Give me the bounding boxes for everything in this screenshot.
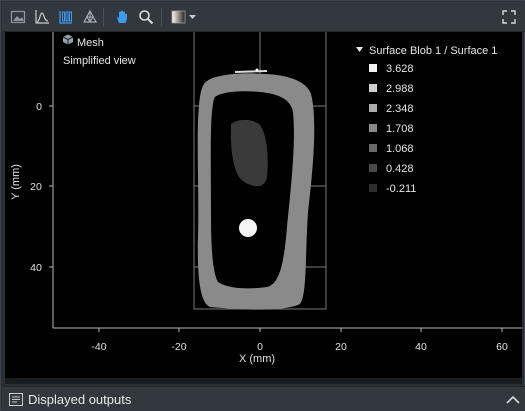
legend-title: Surface Blob 1 / Surface 1 bbox=[369, 45, 497, 57]
displayed-outputs-bar[interactable]: Displayed outputs bbox=[2, 386, 525, 411]
fullscreen-icon[interactable] bbox=[499, 7, 519, 27]
chevron-down-icon bbox=[189, 15, 196, 19]
legend-value: 1.068 bbox=[386, 143, 414, 155]
legend-value: 2.988 bbox=[386, 83, 414, 95]
3d-view-icon[interactable] bbox=[56, 7, 76, 27]
x-tick-label: 0 bbox=[257, 341, 263, 353]
plot-canvas: -40 -20 0 20 40 60 0 20 40 X (mm) Y (mm)… bbox=[10, 29, 522, 365]
viewer-window: -40 -20 0 20 40 60 0 20 40 X (mm) Y (mm)… bbox=[0, 0, 525, 411]
legend: Surface Blob 1 / Surface 1 3.628 2.988 2.3… bbox=[356, 45, 497, 195]
legend-swatch bbox=[369, 144, 377, 152]
displayed-outputs-icon bbox=[9, 393, 23, 406]
x-tick-labels: -40 -20 0 20 40 60 bbox=[91, 341, 508, 353]
view-mode-label: Simplified view bbox=[63, 55, 136, 67]
y-tick-marks bbox=[49, 105, 53, 268]
legend-swatch bbox=[369, 104, 377, 112]
legend-value: 2.348 bbox=[386, 103, 414, 115]
y-tick-labels: 0 20 40 bbox=[30, 101, 42, 274]
mesh-overlay-label bbox=[62, 34, 74, 45]
legend-swatch bbox=[369, 164, 377, 172]
legend-swatch bbox=[369, 184, 377, 192]
x-tick-label: -20 bbox=[171, 341, 186, 353]
x-tick-label: -40 bbox=[91, 341, 106, 353]
toolbar-separator bbox=[103, 8, 104, 26]
surface-mesh bbox=[197, 68, 315, 310]
y-tick-label: 20 bbox=[30, 181, 42, 193]
legend-value: 3.628 bbox=[386, 63, 414, 75]
displayed-outputs-label: Displayed outputs bbox=[28, 392, 132, 407]
toolbar bbox=[2, 2, 525, 32]
legend-collapse-icon[interactable] bbox=[356, 47, 363, 52]
legend-value: 1.708 bbox=[386, 123, 414, 135]
y-tick-label: 40 bbox=[30, 262, 42, 274]
viewport-bottom-gutter bbox=[5, 378, 522, 384]
mesh-label: Mesh bbox=[77, 37, 104, 49]
legend-swatch bbox=[369, 64, 377, 72]
x-tick-label: 40 bbox=[415, 341, 427, 353]
profile-view-icon[interactable] bbox=[32, 7, 52, 27]
x-axis-label: X (mm) bbox=[239, 353, 275, 365]
gradient-palette-icon[interactable] bbox=[170, 7, 200, 27]
zoom-icon[interactable] bbox=[136, 7, 156, 27]
toolbar-separator bbox=[161, 8, 162, 26]
y-axis-label: Y (mm) bbox=[10, 164, 22, 200]
mesh-view-icon[interactable] bbox=[80, 7, 100, 27]
legend-swatch bbox=[369, 124, 377, 132]
legend-swatch bbox=[369, 84, 377, 92]
pan-hand-icon[interactable] bbox=[112, 7, 132, 27]
y-tick-label: 0 bbox=[36, 101, 42, 113]
chevron-up-icon[interactable] bbox=[506, 395, 520, 404]
image-view-icon[interactable] bbox=[8, 7, 28, 27]
legend-value: -0.211 bbox=[386, 183, 416, 195]
x-tick-label: 20 bbox=[335, 341, 347, 353]
3d-viewport[interactable]: -40 -20 0 20 40 60 0 20 40 X (mm) Y (mm)… bbox=[5, 29, 522, 378]
x-tick-marks bbox=[98, 328, 503, 332]
legend-value: 0.428 bbox=[386, 163, 414, 175]
x-tick-label: 60 bbox=[496, 341, 508, 353]
